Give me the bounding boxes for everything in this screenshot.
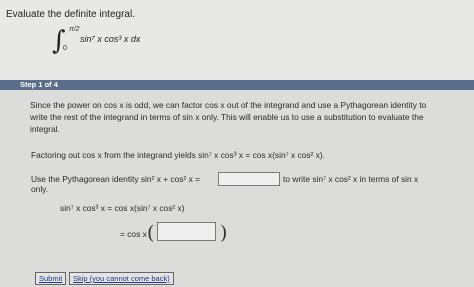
identity-prompt-continued: to write sin⁷ x cos² x in terms of sin x [283, 174, 419, 184]
right-paren: ) [220, 222, 228, 244]
submit-button[interactable]: Submit [35, 272, 67, 285]
lower-limit: 0 [63, 45, 67, 52]
step-header-bar [0, 80, 474, 90]
identity-prompt: Use the Pythagorean identity sin² x + co… [31, 174, 200, 184]
left-paren: ( [147, 222, 155, 244]
equation-line-2: = cos x [120, 229, 147, 239]
integrand: sin⁷ x cos³ x dx [80, 34, 141, 44]
identity-answer-input[interactable] [218, 172, 280, 186]
intro-line-1: Since the power on cos x is odd, we can … [30, 100, 427, 110]
rewrite-answer-input[interactable] [157, 222, 216, 241]
identity-prompt-only: only. [31, 184, 49, 194]
skip-button[interactable]: Skip (you cannot come back) [69, 272, 174, 285]
definite-integral: ∫ π/2 0 sin⁷ x cos³ x dx [52, 26, 172, 56]
equation-line-1: sin⁷ x cos³ x = cos x(sin⁷ x cos² x) [60, 203, 185, 213]
step-label: Step 1 of 4 [20, 80, 58, 89]
intro-line-3: integral. [30, 124, 60, 134]
intro-line-2: write the rest of the integrand in terms… [30, 112, 424, 122]
upper-limit: π/2 [69, 26, 80, 33]
step-intro: Since the power on cos x is odd, we can … [30, 99, 474, 135]
factor-line: Factoring out cos x from the integrand y… [31, 150, 325, 160]
question-prompt: Evaluate the definite integral. [6, 9, 135, 20]
